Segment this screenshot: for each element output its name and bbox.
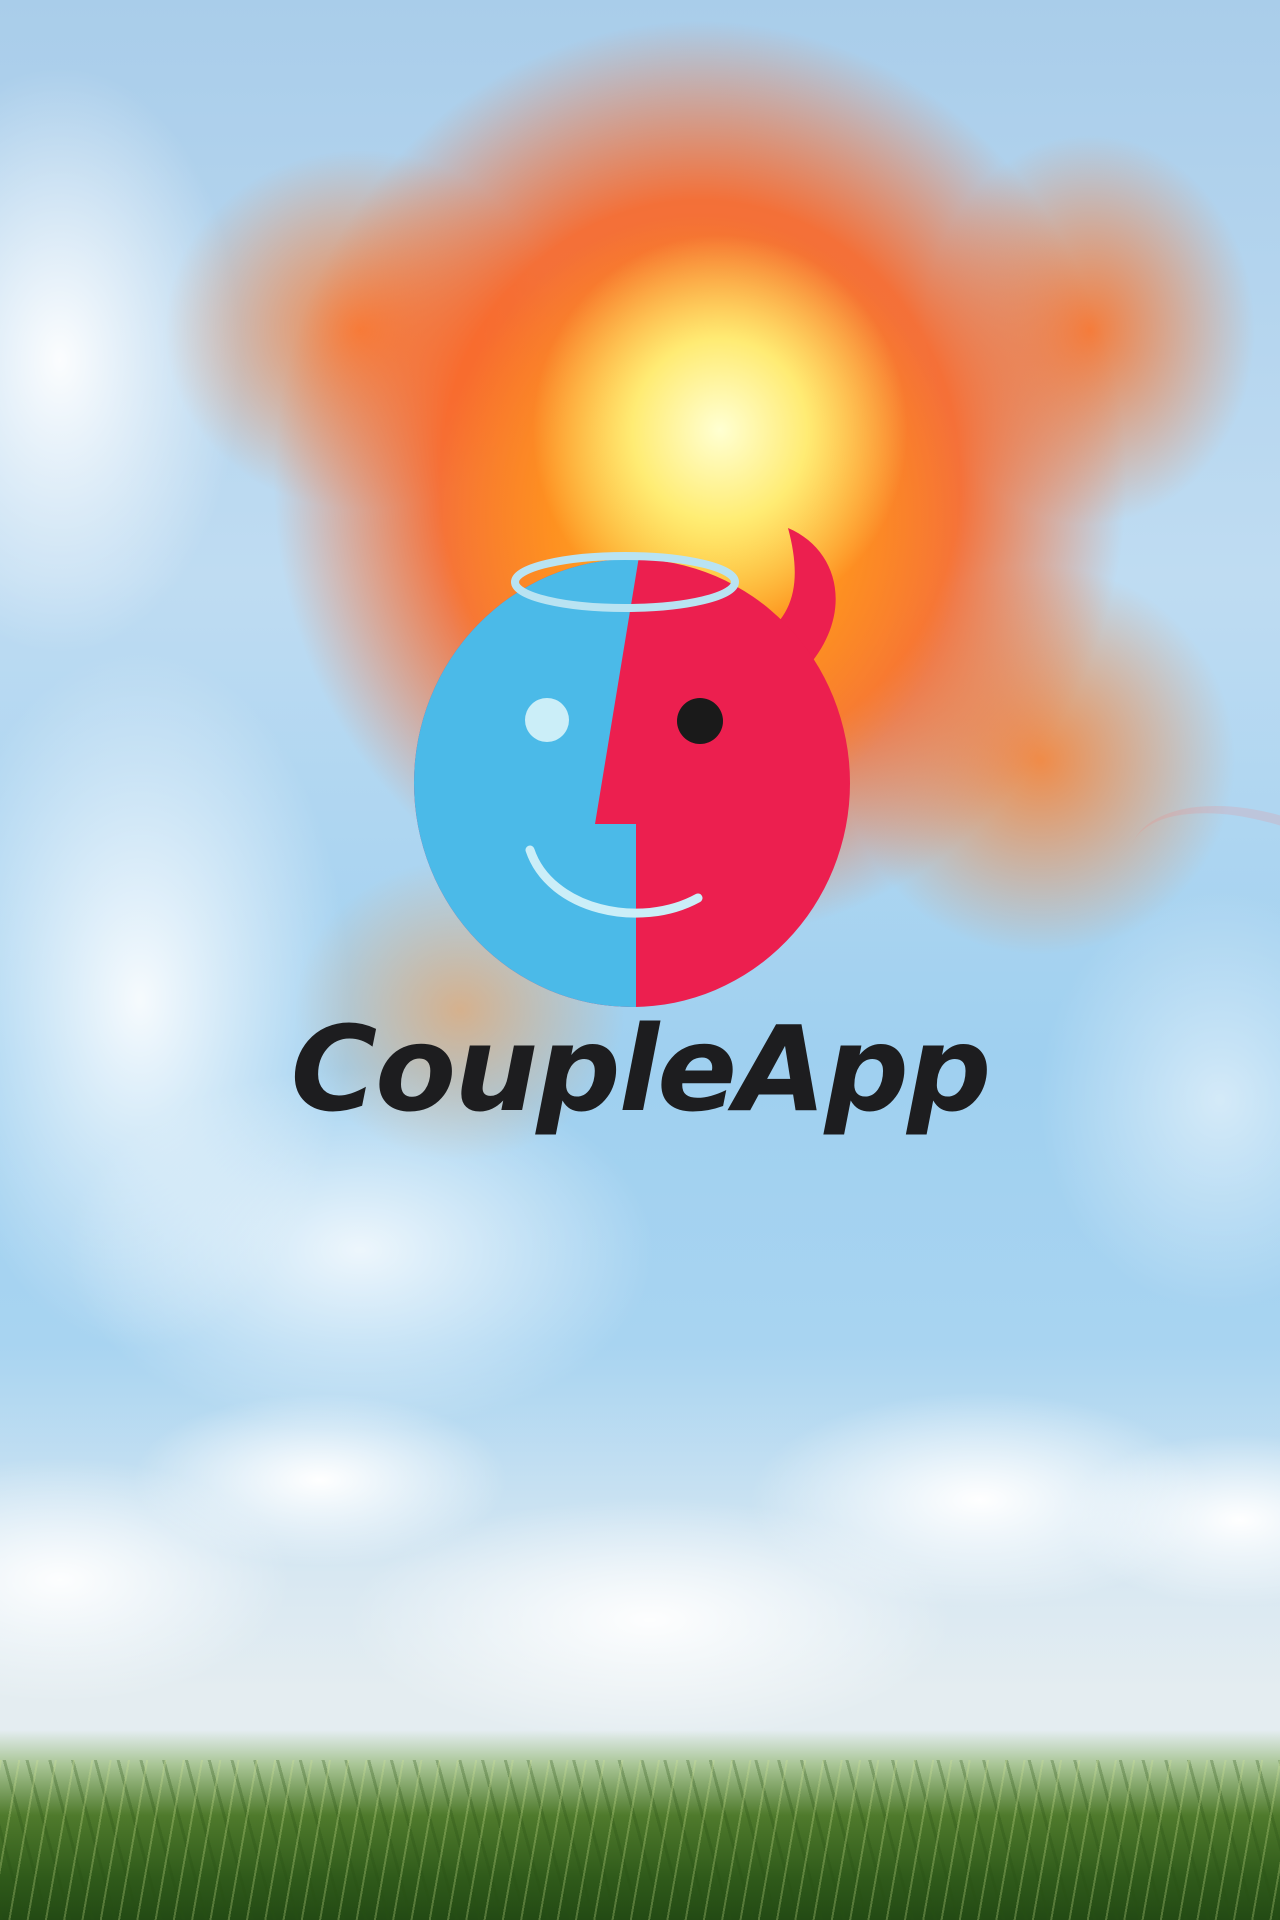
splash-screen: CoupleApp [0,0,1280,1920]
devil-eye [677,698,723,744]
angel-devil-face-logo-icon [400,520,860,1020]
cumulus-clouds [0,1360,1280,1790]
app-name-wordmark: CoupleApp [290,1000,992,1138]
angel-eye [525,698,569,742]
grass-blades [0,1760,1280,1920]
